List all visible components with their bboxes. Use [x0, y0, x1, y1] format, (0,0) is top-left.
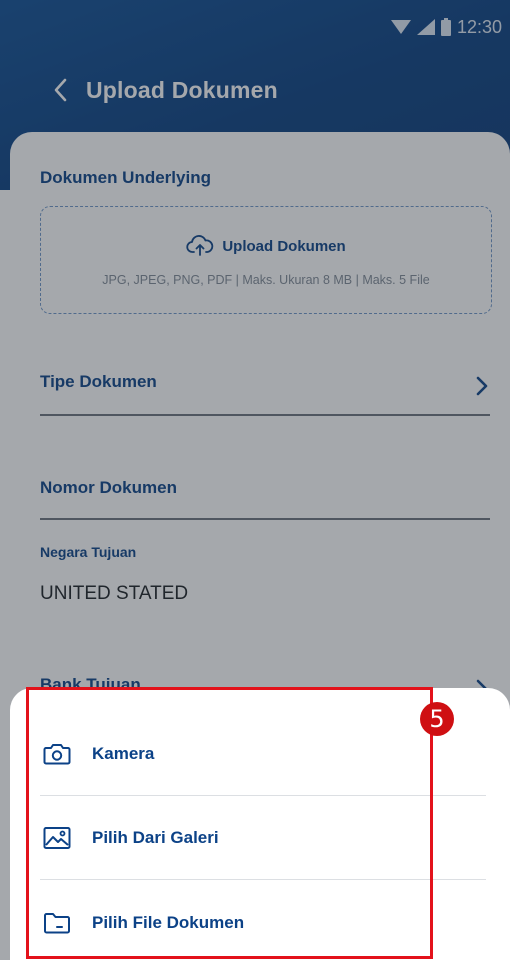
annotation-step-badge: 5 — [420, 702, 454, 736]
screen: 12:30 Upload Dokumen Dokumen Underlying … — [0, 0, 510, 960]
annotation-highlight-box — [26, 687, 433, 959]
